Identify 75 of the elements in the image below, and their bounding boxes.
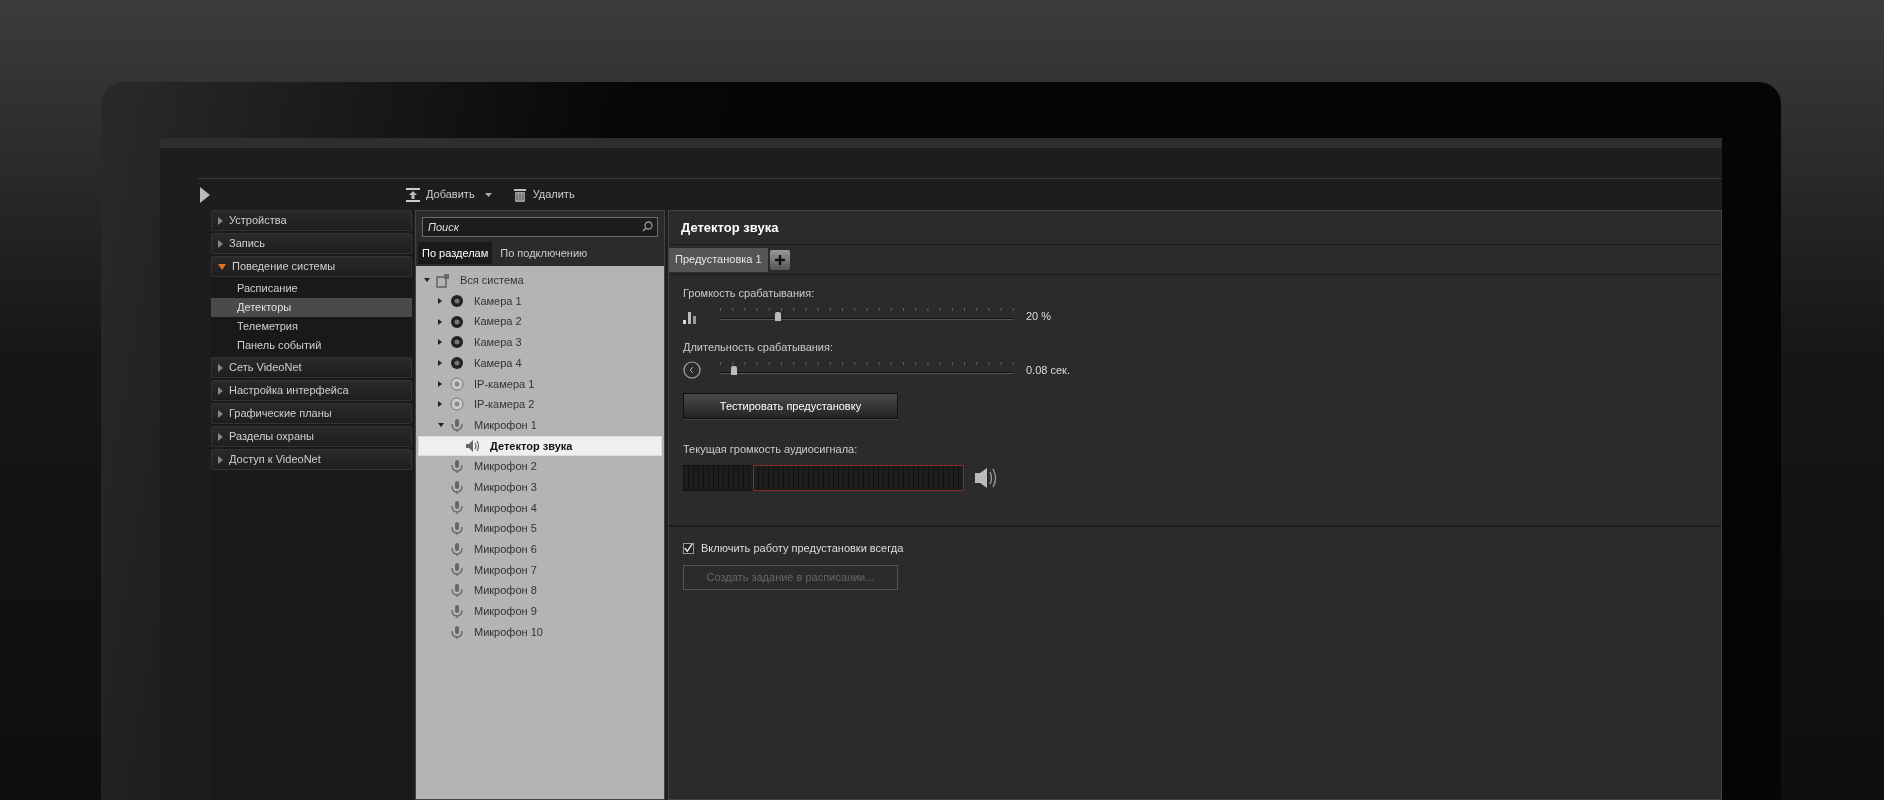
camera-icon (450, 314, 464, 329)
sidebar-section[interactable]: Графические планы (211, 403, 412, 424)
microphone-icon (450, 479, 464, 495)
microphone-icon (450, 417, 464, 433)
sidebar-section[interactable]: Настройка интерфейса (211, 380, 412, 401)
tree-item[interactable]: Микрофон 10 (418, 621, 662, 643)
sidebar-section[interactable]: Доступ к VideoNet (211, 449, 412, 470)
add-button[interactable]: Добавить (405, 183, 475, 206)
tree-item[interactable]: Микрофон 1 (418, 414, 662, 436)
microphone-icon (450, 459, 464, 475)
setting-label: Длительность срабатывания: (683, 339, 835, 355)
tab[interactable]: По подключению (496, 242, 592, 264)
tree-item[interactable]: IP-камера 1 (418, 373, 662, 395)
tree-item[interactable]: Микрофон 3 (418, 476, 662, 498)
sidebar-section[interactable]: Запись (211, 233, 412, 254)
collapse-panel-icon[interactable] (199, 185, 211, 204)
sidebar-section[interactable]: Поведение системы (211, 256, 412, 277)
tree-item[interactable]: Микрофон 5 (418, 518, 662, 539)
test-preset-button[interactable]: Тестировать предустановку (683, 393, 898, 419)
microphone-icon (450, 562, 464, 578)
camera-icon (450, 356, 464, 371)
tree-item[interactable]: Детектор звука (418, 435, 662, 457)
camera-icon (450, 335, 464, 350)
delete-button[interactable]: Удалить (511, 183, 575, 206)
dropdown-caret-icon[interactable] (484, 192, 492, 197)
speaker-icon (974, 465, 999, 490)
speaker-icon (465, 438, 480, 453)
tree-item[interactable]: Камера 2 (418, 311, 662, 333)
tree-item[interactable]: Микрофон 8 (418, 580, 662, 601)
tree-item[interactable]: Микрофон 9 (418, 601, 662, 622)
sidebar-item[interactable]: Расписание (211, 279, 412, 298)
tree-item[interactable]: Вся система (418, 270, 662, 291)
search-icon (642, 221, 653, 232)
add-preset-button[interactable] (769, 249, 790, 270)
microphone-icon (450, 521, 464, 537)
sidebar-section[interactable]: Устройства (211, 210, 412, 231)
trash-icon (511, 186, 528, 203)
plus-icon (773, 253, 786, 266)
microphone-icon (450, 603, 464, 619)
window-icon (436, 272, 450, 288)
upload-icon (405, 186, 421, 203)
dome-camera-icon (450, 397, 464, 412)
slider-thumb[interactable] (730, 366, 737, 375)
tree-item[interactable]: Микрофон 4 (418, 497, 662, 519)
tree-item[interactable]: Микрофон 6 (418, 538, 662, 560)
dome-camera-icon (450, 376, 464, 391)
setting-label: Громкость срабатывания: (683, 285, 816, 301)
sidebar-item[interactable]: Детекторы (211, 298, 412, 317)
tree-item[interactable]: Микрофон 7 (418, 559, 662, 581)
slider-thumb[interactable] (775, 312, 781, 321)
checkbox-box[interactable] (683, 542, 694, 554)
tab[interactable]: По разделам (418, 242, 493, 264)
slider-value: 0.08 сек. (1026, 362, 1070, 378)
microphone-icon (450, 624, 464, 640)
tree-item[interactable]: Микрофон 2 (418, 456, 662, 477)
tree-item[interactable]: Камера 1 (418, 290, 662, 312)
preset-tab[interactable]: Предустановка 1 (669, 247, 768, 272)
tree-item[interactable]: Камера 4 (418, 352, 662, 374)
sidebar-item[interactable]: Телеметрия (211, 317, 412, 336)
sidebar-section[interactable]: Сеть VideoNet (211, 357, 412, 378)
checkbox[interactable]: Включить работу предустановки всегда (683, 540, 1707, 557)
meter-label: Текущая громкость аудиосигнала: (683, 442, 859, 457)
microphone-icon (450, 541, 464, 557)
microphone-icon (450, 500, 464, 516)
microphone-icon (450, 583, 464, 599)
panel-title: Детектор звука (669, 211, 1721, 245)
checkmark-icon (684, 543, 693, 554)
tree-item[interactable]: IP-камера 2 (418, 394, 662, 415)
clock-icon (683, 361, 701, 379)
sidebar-item[interactable]: Панель событий (211, 336, 412, 355)
search-field[interactable]: Поиск (422, 217, 658, 237)
camera-icon (450, 294, 464, 309)
slider-value: 20 % (1026, 308, 1052, 324)
sidebar-section[interactable]: Разделы охраны (211, 426, 412, 447)
tree-item[interactable]: Камера 3 (418, 332, 662, 353)
